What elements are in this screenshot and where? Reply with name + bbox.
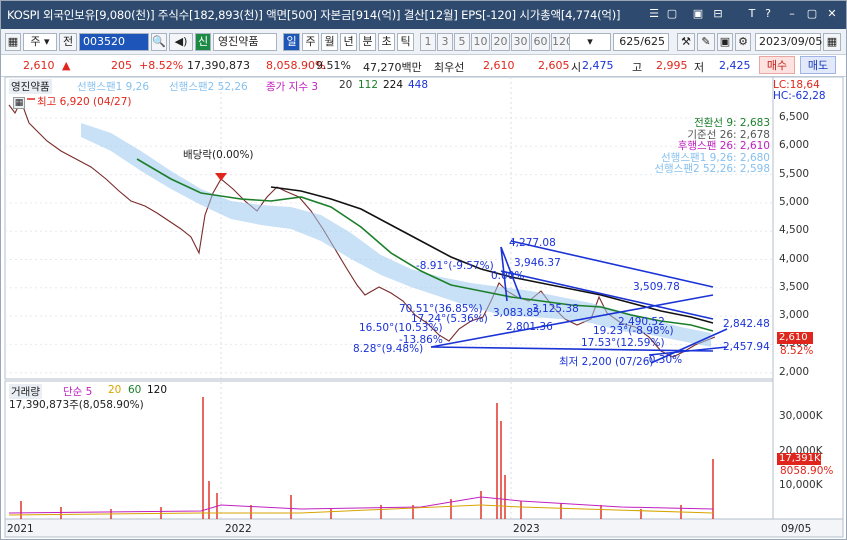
volume-tag: 17,391K — [777, 453, 821, 465]
volume-ma60: 60 — [128, 384, 142, 396]
legend-ma-448: 448 — [408, 79, 429, 91]
price-tick: 6,500 — [779, 111, 810, 123]
volume-tick: 10,000K — [779, 479, 823, 491]
value-label-9: 2,490.52 — [618, 316, 665, 328]
date-label-2023: 2023 — [513, 523, 540, 535]
legend-conversion: 전환선 9: 2,683 — [694, 117, 770, 129]
value-label-6: 2,801.36 — [506, 321, 553, 333]
close-price-tag: 2,610 — [777, 332, 813, 344]
date-label-end: 09/05 — [781, 523, 812, 535]
volume-ma120: 120 — [147, 384, 168, 396]
chart-tool-icon[interactable]: ▦ — [13, 97, 25, 109]
hc-indicator: HC:-62,28 — [773, 90, 826, 102]
legend-span1: 선행스팬1 9,26 — [77, 81, 150, 93]
price-tick: 4,000 — [779, 252, 810, 265]
legend-ma-112: 112 — [358, 79, 379, 91]
price-tick: 3,000 — [779, 309, 810, 322]
legend-span2: 선행스팬2 52,26 — [169, 81, 248, 93]
price-tick: 4,500 — [779, 224, 810, 237]
angle-label-6: 8.28°(9.48%) — [353, 343, 424, 355]
volume-pct-tag: 8058.90% — [780, 465, 834, 477]
close-pct-tag: 8.52% — [780, 345, 814, 357]
price-tick: 5,500 — [779, 167, 810, 180]
max-price-label: 최고 6,920 (04/27) — [37, 96, 132, 108]
angle-label-8: 17.53°(12.59%) — [581, 337, 665, 349]
price-tick: 6,000 — [779, 139, 810, 152]
legend-ma-224: 224 — [383, 79, 404, 91]
chart-window: KOSPI 외국인보유[9,080(천)] 주식수[182,893(천)] 액면… — [0, 0, 847, 540]
legend-ma-20: 20 — [339, 79, 353, 91]
min-price-label: 최저 2,200 (07/26) — [559, 356, 654, 368]
date-label-2021: 2021 — [7, 523, 34, 535]
angle-label-1: -8.91°(-9.57%) — [416, 260, 494, 272]
dividend-label: 배당락(0.00%) — [183, 149, 254, 161]
date-axis-bar — [4, 518, 844, 538]
value-label-7: 2,842.48 — [723, 318, 770, 330]
volume-value-label: 17,390,873주(8,058.90%) — [9, 399, 144, 411]
value-label-1: 4,277.08 — [509, 237, 556, 249]
chart-stock-name: 영진약품 — [9, 79, 52, 94]
value-label-3: 3,509.78 — [633, 281, 680, 293]
value-label-8: 2,457.94 — [723, 341, 770, 353]
value-label-2: 3,946.37 — [514, 257, 561, 269]
date-label-2022: 2022 — [225, 523, 252, 535]
volume-ma20: 20 — [108, 384, 122, 396]
legend-close: 종가 지수 3 — [266, 81, 318, 93]
angle-label-4: 16.50°(10.53%) — [359, 322, 443, 334]
legend-leading2: 선행스팬2 52,26: 2,598 — [654, 163, 770, 176]
volume-tick: 30,000K — [779, 410, 823, 422]
price-tick: 2,000 — [779, 365, 810, 378]
price-tick: 3,500 — [779, 280, 810, 293]
price-tick: 5,000 — [779, 195, 810, 208]
ichimoku-legend: 전환선 9: 2,683 기준선 26: 2,678 후행스팬 26: 2,61… — [654, 117, 770, 176]
value-label-5: 3,125.38 — [532, 303, 579, 315]
zero-pct-label: 0.00% — [491, 270, 525, 282]
